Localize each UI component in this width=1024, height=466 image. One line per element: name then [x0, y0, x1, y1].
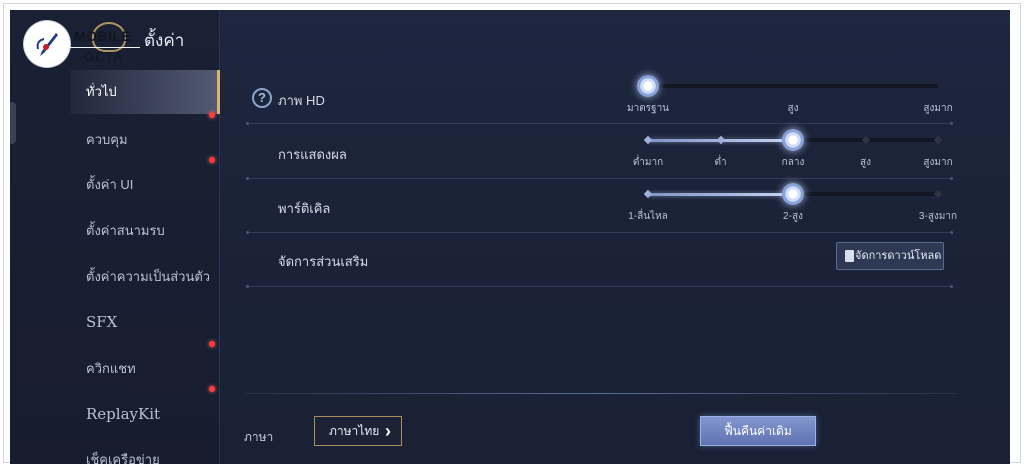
addons-label: จัดการส่วนเสริม: [278, 254, 369, 269]
sidebar-item[interactable]: ทั่วไป: [70, 70, 220, 114]
logo-divider: [70, 47, 140, 48]
sidebar-item[interactable]: ตั้งค่าความเป็นส่วนตัว: [70, 255, 220, 299]
slider-stop-label[interactable]: สูง: [860, 155, 871, 170]
sidebar-item[interactable]: ReplayKit: [70, 392, 220, 436]
slider-stop-marker[interactable]: [933, 135, 943, 145]
language-value: ภาษาไทย: [329, 424, 380, 438]
slider-stop-label[interactable]: สูง: [788, 101, 799, 116]
logo-text-secondary: OCTA: [84, 49, 124, 64]
slider-stop-label[interactable]: 2-สูง: [783, 209, 803, 224]
screenshot-frame: ตั้งค่า ทั่วไป ควบคุม ตั้งค่า UI ตั้งค่าสนา…: [3, 3, 1021, 464]
slider-knob[interactable]: [782, 129, 804, 151]
display-label: การแสดงผล: [278, 147, 347, 162]
slider-fill: [648, 192, 793, 196]
site-watermark-logo: MOBILE OCTA: [16, 20, 140, 70]
particle-label: พาร์ติเคิล: [278, 201, 331, 216]
slider-knob[interactable]: [782, 183, 804, 205]
language-label: ภาษา: [244, 430, 274, 444]
sidebar-item[interactable]: เช็คเครือข่าย: [70, 438, 220, 464]
footer-divider: [246, 393, 956, 394]
slider-stop-marker[interactable]: [933, 189, 943, 199]
notification-dot: [209, 112, 215, 118]
row-divider: [246, 122, 953, 125]
manage-downloads-button[interactable]: จัดการดาวน์โหลด: [836, 242, 944, 270]
slider-stop-label[interactable]: 3-สูงมาก: [919, 209, 957, 224]
sidebar-item[interactable]: ควิกแชท: [70, 347, 220, 391]
logo-text-primary: MOBILE: [74, 28, 132, 44]
row-divider: [246, 177, 953, 180]
logo-mark-icon: [36, 33, 58, 56]
sidebar-item[interactable]: ควบคุม: [70, 118, 220, 162]
notification-dot: [209, 157, 215, 163]
notification-dot: [209, 341, 215, 347]
slider-stop-label[interactable]: ต่ำ: [714, 155, 726, 170]
reset-defaults-button[interactable]: ฟื้นคืนค่าเดิม: [700, 416, 816, 446]
slider-stop-label[interactable]: สูงมาก: [923, 155, 952, 170]
slider-stop-label[interactable]: 1-ลื่นไหล: [628, 209, 668, 224]
logo-circle: [24, 21, 70, 67]
slider-stop-label[interactable]: ต่ำมาก: [633, 155, 663, 170]
sidebar-item[interactable]: ตั้งค่า UI: [70, 163, 220, 207]
row-divider: [246, 231, 953, 234]
sidebar-item[interactable]: SFX: [70, 300, 220, 344]
game-settings-screen: ตั้งค่า ทั่วไป ควบคุม ตั้งค่า UI ตั้งค่าสนา…: [10, 10, 1010, 464]
page-title: ตั้งค่า: [144, 31, 185, 50]
slider-stop-label[interactable]: มาตรฐาน: [627, 101, 669, 116]
trash-icon: [845, 250, 854, 262]
slider-stop-label[interactable]: กลาง: [782, 155, 805, 170]
chevron-right-icon: ›: [385, 421, 391, 441]
hd-label: ภาพ HD: [278, 93, 325, 108]
sidebar-item[interactable]: ตั้งค่าสนามรบ: [70, 209, 220, 253]
slider-knob[interactable]: [637, 75, 659, 97]
side-pull-tab[interactable]: [10, 102, 16, 144]
language-select-button[interactable]: ภาษาไทย ›: [314, 416, 402, 446]
help-icon[interactable]: ?: [252, 88, 272, 108]
slider-track[interactable]: [648, 84, 938, 88]
manage-downloads-label: จัดการดาวน์โหลด: [855, 250, 942, 262]
notification-dot: [209, 386, 215, 392]
slider-stop-label[interactable]: สูงมาก: [923, 101, 952, 116]
row-divider: [246, 285, 953, 288]
